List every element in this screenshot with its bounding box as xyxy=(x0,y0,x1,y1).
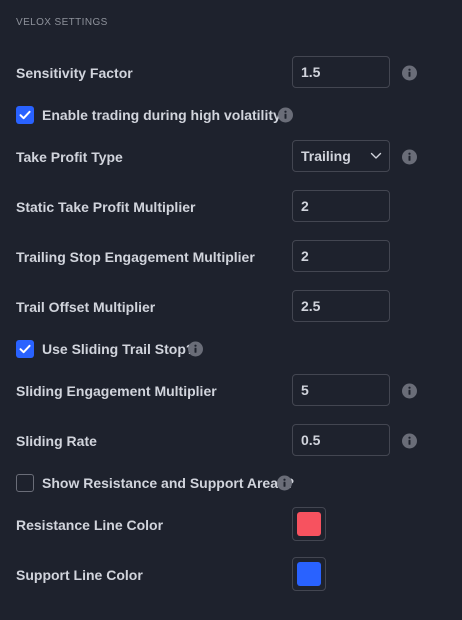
show-areas-row: Show Resistance and Support Areas? xyxy=(0,466,462,500)
trailing-stop-input[interactable]: 2 xyxy=(292,240,390,272)
high-volatility-label[interactable]: Enable trading during high volatility xyxy=(42,107,281,123)
support-color-picker[interactable] xyxy=(292,557,326,591)
static-tp-row: Static Take Profit Multiplier 2 xyxy=(0,190,462,224)
sliding-trail-row: Use Sliding Trail Stop? xyxy=(0,332,462,366)
sliding-engagement-row: Sliding Engagement Multiplier 5 xyxy=(0,374,462,408)
checkmark-icon xyxy=(19,110,31,120)
take-profit-type-value: Trailing xyxy=(301,148,351,164)
static-tp-value: 2 xyxy=(301,198,309,214)
take-profit-type-row: Take Profit Type Trailing xyxy=(0,140,462,174)
trailing-stop-label: Trailing Stop Engagement Multiplier xyxy=(16,249,255,265)
sliding-rate-row: Sliding Rate 0.5 xyxy=(0,424,462,458)
take-profit-type-select[interactable]: Trailing xyxy=(292,140,390,172)
high-volatility-row: Enable trading during high volatility xyxy=(0,98,462,132)
info-icon[interactable] xyxy=(402,65,417,81)
show-areas-checkbox[interactable] xyxy=(16,474,34,492)
sensitivity-input[interactable]: 1.5 xyxy=(292,56,390,88)
trailing-stop-row: Trailing Stop Engagement Multiplier 2 xyxy=(0,240,462,274)
trailing-stop-value: 2 xyxy=(301,248,309,264)
sliding-trail-label[interactable]: Use Sliding Trail Stop? xyxy=(42,341,194,357)
sliding-rate-value: 0.5 xyxy=(301,432,321,448)
info-icon[interactable] xyxy=(402,433,417,449)
resistance-color-swatch xyxy=(297,512,321,536)
resistance-color-label: Resistance Line Color xyxy=(16,517,164,533)
info-icon[interactable] xyxy=(278,107,293,123)
trail-offset-value: 2.5 xyxy=(301,298,321,314)
sliding-rate-input[interactable]: 0.5 xyxy=(292,424,390,456)
checkmark-icon xyxy=(19,344,31,354)
section-title: VELOX SETTINGS xyxy=(16,17,108,28)
show-areas-label[interactable]: Show Resistance and Support Areas? xyxy=(42,475,294,491)
sliding-trail-checkbox[interactable] xyxy=(16,340,34,358)
sensitivity-value: 1.5 xyxy=(301,64,321,80)
sliding-engagement-input[interactable]: 5 xyxy=(292,374,390,406)
chevron-down-icon xyxy=(370,152,382,159)
trail-offset-row: Trail Offset Multiplier 2.5 xyxy=(0,290,462,324)
take-profit-type-label: Take Profit Type xyxy=(16,149,123,165)
support-color-swatch xyxy=(297,562,321,586)
trail-offset-input[interactable]: 2.5 xyxy=(292,290,390,322)
resistance-color-picker[interactable] xyxy=(292,507,326,541)
info-icon[interactable] xyxy=(402,149,417,165)
sliding-engagement-label: Sliding Engagement Multiplier xyxy=(16,383,217,399)
static-tp-label: Static Take Profit Multiplier xyxy=(16,199,196,215)
sliding-engagement-value: 5 xyxy=(301,382,309,398)
high-volatility-checkbox[interactable] xyxy=(16,106,34,124)
static-tp-input[interactable]: 2 xyxy=(292,190,390,222)
support-color-row: Support Line Color xyxy=(0,557,462,592)
info-icon[interactable] xyxy=(277,475,292,491)
resistance-color-row: Resistance Line Color xyxy=(0,507,462,542)
info-icon[interactable] xyxy=(402,383,417,399)
trail-offset-label: Trail Offset Multiplier xyxy=(16,299,156,315)
info-icon[interactable] xyxy=(188,341,203,357)
sensitivity-label: Sensitivity Factor xyxy=(16,65,133,81)
sliding-rate-label: Sliding Rate xyxy=(16,433,97,449)
sensitivity-row: Sensitivity Factor 1.5 xyxy=(0,56,462,90)
support-color-label: Support Line Color xyxy=(16,567,143,583)
